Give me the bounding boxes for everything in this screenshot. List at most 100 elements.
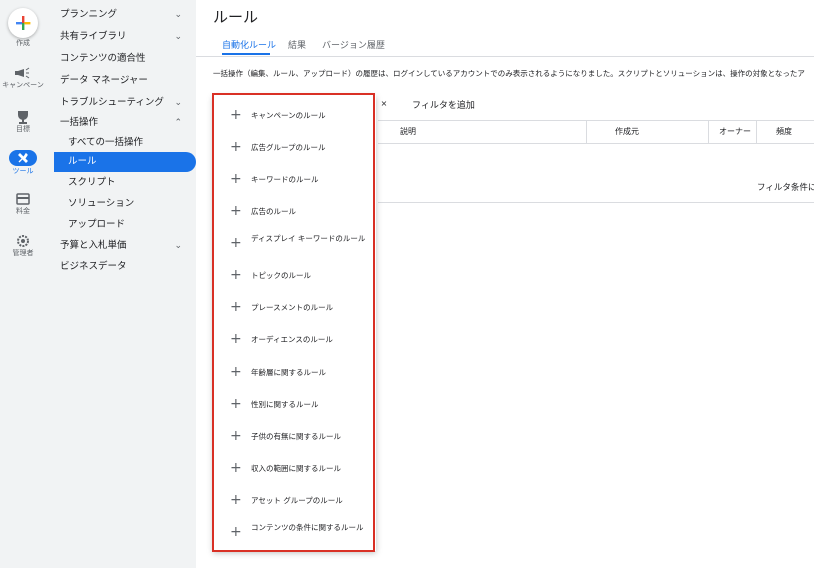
nav-item-rules[interactable]: ルール <box>68 152 186 172</box>
plus-icon: + <box>230 331 242 347</box>
menu-item-placement-rule[interactable]: + プレースメントのルール <box>213 293 376 323</box>
plus-icon: + <box>230 107 242 123</box>
menu-item-ad-group-rule[interactable]: + 広告グループのルール <box>213 133 376 163</box>
plus-icon: + <box>230 267 242 283</box>
billing-rail-item[interactable]: 料金 <box>0 192 46 215</box>
column-separator <box>708 121 709 143</box>
tools-rail-item[interactable]: ツール <box>0 150 46 175</box>
table-header: 説明 作成元 オーナー 頻度 <box>378 120 814 144</box>
left-rail: 作成 キャンペーン 目標 ツール 料金 管理者 <box>0 0 46 568</box>
menu-item-asset-group-rule[interactable]: + アセット グループのルール <box>213 486 376 516</box>
chevron-down-icon: ⌄ <box>174 10 182 20</box>
nav-item-label: 予算と入札単価 <box>60 240 127 251</box>
menu-item-age-rule[interactable]: + 年齢層に関するルール <box>213 358 376 388</box>
menu-item-display-keyword-rule[interactable]: + ディスプレイ キーワードのルール <box>213 229 376 259</box>
menu-item-label: 年齢層に関するルール <box>251 368 326 377</box>
create-button[interactable] <box>8 8 38 38</box>
tab-automated-rules[interactable]: 自動化ルール <box>222 38 276 51</box>
menu-item-parental-status-rule[interactable]: + 子供の有無に関するルール <box>213 422 376 452</box>
column-header-created-by[interactable]: 作成元 <box>615 126 639 137</box>
plus-icon: + <box>230 524 242 540</box>
menu-item-audience-rule[interactable]: + オーディエンスのルール <box>213 325 376 355</box>
goals-label: 目標 <box>16 125 30 133</box>
credit-card-icon <box>16 193 30 205</box>
menu-item-label: オーディエンスのルール <box>251 335 333 344</box>
create-rail-item[interactable]: 作成 <box>0 8 46 47</box>
menu-item-label: 子供の有無に関するルール <box>251 432 341 441</box>
clear-filter-icon[interactable]: × <box>378 98 390 110</box>
plus-icon: + <box>230 428 242 444</box>
menu-item-topic-rule[interactable]: + トピックのルール <box>213 261 376 291</box>
nav-item-planning[interactable]: プランニング ⌄ <box>60 5 182 25</box>
tab-version-history[interactable]: バージョン履歴 <box>322 38 385 51</box>
nav-item-all-bulk-actions[interactable]: すべての一括操作 <box>68 133 186 153</box>
nav-item-label: ビジネスデータ <box>60 261 127 272</box>
column-header-description[interactable]: 説明 <box>400 126 416 137</box>
menu-item-label: 収入の範囲に関するルール <box>251 464 341 473</box>
chevron-down-icon: ⌄ <box>174 98 182 108</box>
menu-item-label: キャンペーンのルール <box>251 111 326 120</box>
tab-results[interactable]: 結果 <box>288 38 306 51</box>
plus-icon: + <box>230 492 242 508</box>
menu-item-household-income-rule[interactable]: + 収入の範囲に関するルール <box>213 454 376 484</box>
tools-label: ツール <box>12 167 34 175</box>
plus-icon: + <box>230 203 242 219</box>
menu-item-label: プレースメントのルール <box>251 303 334 312</box>
nav-item-content-suitability[interactable]: コンテンツの適合性 <box>60 49 182 69</box>
nav-item-label: データ マネージャー <box>60 75 148 86</box>
plus-multicolor-icon <box>16 16 31 30</box>
plus-icon: + <box>230 396 242 412</box>
column-header-owner[interactable]: オーナー <box>719 126 751 137</box>
nav-item-bulk-actions[interactable]: 一括操作 ⌃ <box>60 113 182 133</box>
nav-item-troubleshooting[interactable]: トラブルシューティング ⌄ <box>60 93 182 113</box>
menu-item-ad-rule[interactable]: + 広告のルール <box>213 197 376 227</box>
menu-item-campaign-rule[interactable]: + キャンペーンのルール <box>213 101 376 131</box>
chevron-down-icon: ⌄ <box>174 241 182 251</box>
new-rule-menu: + キャンペーンのルール + 広告グループのルール + キーワードのルール + … <box>213 95 376 551</box>
column-separator <box>586 121 587 143</box>
nav-item-label: 一括操作 <box>60 117 99 128</box>
trophy-icon <box>18 111 28 124</box>
megaphone-icon <box>15 67 30 79</box>
nav-item-uploads[interactable]: アップロード <box>68 215 186 235</box>
nav-item-label: トラブルシューティング <box>60 97 164 108</box>
menu-item-label: コンテンツの条件に関するルール <box>251 523 364 532</box>
nav-item-shared-library[interactable]: 共有ライブラリ ⌄ <box>60 27 182 47</box>
create-label: 作成 <box>16 39 30 47</box>
menu-item-label: アセット グループのルール <box>251 496 343 505</box>
gear-icon <box>17 235 29 247</box>
plus-icon: + <box>230 364 242 380</box>
billing-label: 料金 <box>16 207 30 215</box>
add-filter-button[interactable]: フィルタを追加 <box>412 98 475 111</box>
campaigns-rail-item[interactable]: キャンペーン <box>0 66 46 89</box>
nav-item-label: 共有ライブラリ <box>60 31 127 42</box>
admin-rail-item[interactable]: 管理者 <box>0 234 46 257</box>
plus-icon: + <box>230 235 242 251</box>
menu-item-label: 広告グループのルール <box>251 143 326 152</box>
plus-icon: + <box>230 299 242 315</box>
campaigns-label: キャンペーン <box>2 81 44 89</box>
table-body <box>378 143 814 203</box>
active-tab-underline <box>222 53 270 55</box>
nav-item-data-manager[interactable]: データ マネージャー <box>60 71 182 91</box>
page-title: ルール <box>213 8 259 26</box>
menu-item-label: 広告のルール <box>251 207 296 216</box>
tools-active-pill[interactable] <box>9 150 37 166</box>
nav-panel: プランニング ⌄ 共有ライブラリ ⌄ コンテンツの適合性 データ マネージャー … <box>46 0 196 568</box>
nav-item-solutions[interactable]: ソリューション <box>68 194 186 214</box>
nav-item-label: プランニング <box>60 9 118 20</box>
menu-item-label: キーワードのルール <box>251 175 319 184</box>
chevron-up-icon: ⌃ <box>174 118 182 128</box>
nav-item-business-data[interactable]: ビジネスデータ <box>60 257 182 277</box>
menu-item-keyword-rule[interactable]: + キーワードのルール <box>213 165 376 195</box>
column-header-frequency[interactable]: 頻度 <box>776 126 792 137</box>
history-notice: 一括操作（編集、ルール、アップロード）の履歴は、ログインしているアカウントでのみ… <box>213 69 805 78</box>
menu-item-content-condition-rule[interactable]: + コンテンツの条件に関するルール <box>213 518 376 548</box>
goals-rail-item[interactable]: 目標 <box>0 110 46 133</box>
menu-item-label: ディスプレイ キーワードのルール <box>251 234 366 243</box>
nav-item-scripts[interactable]: スクリプト <box>68 173 186 193</box>
nav-item-label: スクリプト <box>68 177 116 188</box>
menu-item-gender-rule[interactable]: + 性別に関するルール <box>213 390 376 420</box>
admin-label: 管理者 <box>12 249 34 257</box>
nav-item-budgets-bids[interactable]: 予算と入札単価 ⌄ <box>60 236 182 256</box>
